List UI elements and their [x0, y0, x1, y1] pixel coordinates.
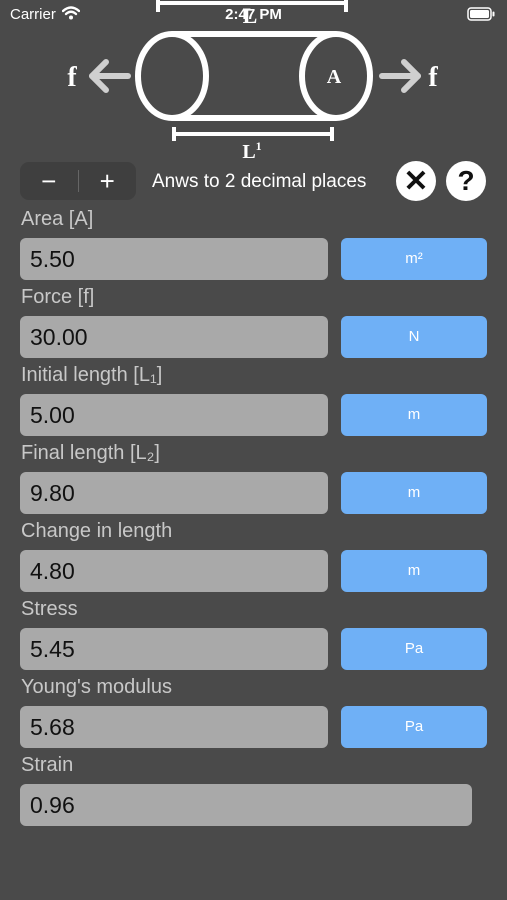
final-length-sup: 1: [256, 139, 262, 153]
youngs-modulus-label: Young's modulus: [21, 676, 172, 698]
initial-length-input[interactable]: 5.00: [20, 394, 328, 436]
force-label: Force [f]: [21, 286, 95, 308]
right-force-label: f: [428, 62, 438, 93]
elongation-diagram: L A f f L1: [67, 0, 438, 160]
initial-length-unit-button[interactable]: m: [341, 394, 487, 436]
change-in-length-input[interactable]: 4.80: [20, 550, 328, 592]
initial-length-label: Initial length [L₁]: [21, 364, 163, 386]
increment-button[interactable]: +: [79, 162, 137, 200]
youngs-modulus-input[interactable]: 5.68: [20, 706, 328, 748]
clear-button[interactable]: ✕: [396, 161, 436, 201]
change-in-length-unit-button[interactable]: m: [341, 550, 487, 592]
force-input[interactable]: 30.00: [20, 316, 328, 358]
left-force-label: f: [67, 62, 77, 93]
stress-unit-button[interactable]: Pa: [341, 628, 487, 670]
youngs-modulus-unit-button[interactable]: Pa: [341, 706, 487, 748]
stress-input[interactable]: 5.45: [20, 628, 328, 670]
final-length-label: L: [242, 141, 255, 160]
force-unit-button[interactable]: N: [341, 316, 487, 358]
help-button[interactable]: ?: [446, 161, 486, 201]
final-length-text: L1: [242, 139, 261, 160]
strain-input[interactable]: 0.96: [20, 784, 472, 826]
area-input[interactable]: 5.50: [20, 238, 328, 280]
final-length-label: Final length [L₂]: [21, 442, 160, 464]
initial-length-label: L: [243, 3, 258, 28]
close-icon: ✕: [403, 164, 429, 198]
toolbar: − + Anws to 2 decimal places ✕ ?: [20, 160, 490, 202]
right-force-arrow-icon: [379, 59, 421, 93]
decimal-places-stepper[interactable]: − +: [20, 162, 136, 200]
area-label: Area [A]: [21, 208, 94, 230]
area-unit-button[interactable]: m²: [341, 238, 487, 280]
final-length-bracket: [172, 127, 334, 141]
area-label: A: [327, 66, 342, 88]
decimal-places-label: Anws to 2 decimal places: [152, 171, 367, 192]
stress-label: Stress: [21, 598, 78, 620]
decrement-button[interactable]: −: [20, 162, 78, 200]
battery-icon: [467, 7, 495, 26]
question-icon: ?: [457, 165, 475, 196]
final-length-unit-button[interactable]: m: [341, 472, 487, 514]
left-force-arrow-icon: [89, 59, 131, 93]
change-in-length-label: Change in length: [21, 520, 173, 542]
final-length-input[interactable]: 9.80: [20, 472, 328, 514]
strain-label: Strain: [21, 754, 74, 776]
